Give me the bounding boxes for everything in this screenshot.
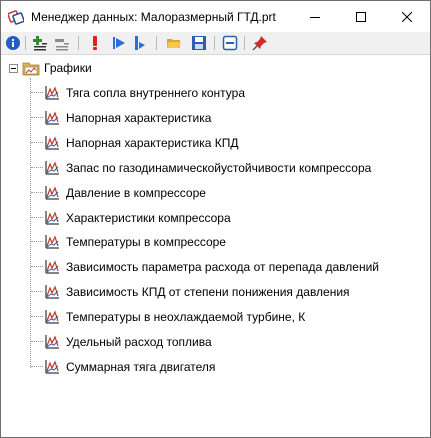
- maximize-button[interactable]: [338, 1, 384, 32]
- step-icon[interactable]: [132, 35, 148, 51]
- graph-icon: [45, 310, 59, 324]
- tree-item-label: Температуры в компрессоре: [66, 235, 226, 250]
- tree-item-label: Удельный расход топлива: [66, 335, 212, 349]
- graph-icon: [45, 285, 59, 299]
- tree-item[interactable]: Зависимость параметра расхода от перепад…: [31, 257, 421, 277]
- graph-icon: [45, 235, 59, 249]
- tree-item[interactable]: Температуры в компрессоре: [31, 232, 421, 252]
- graph-icon: [45, 86, 59, 100]
- expand-tree-icon[interactable]: [32, 35, 48, 51]
- graph-icon: [45, 185, 59, 200]
- tree-connector: [31, 365, 43, 367]
- tree-item-label: Суммарная тяга двигателя: [66, 359, 216, 374]
- data-manager-window: Менеджер данных: Малоразмерный ГТД.prt Г…: [0, 0, 431, 438]
- tree-item-label: Характеристики компрессора: [66, 210, 231, 225]
- tree-connector: [31, 141, 43, 143]
- toolbar-separator: [156, 36, 157, 50]
- toolbar: [1, 32, 430, 55]
- exclamation-icon[interactable]: [87, 35, 103, 51]
- open-folder-icon[interactable]: [166, 35, 182, 51]
- tree-item[interactable]: Напорная характеристика: [31, 108, 421, 128]
- tree-item-label: Зависимость КПД от степени понижения дав…: [66, 285, 350, 300]
- tree-connector: [31, 216, 43, 218]
- tree-item[interactable]: Давление в компрессоре: [31, 183, 421, 203]
- pin-icon[interactable]: [252, 35, 268, 51]
- folder-icon: [22, 62, 40, 76]
- tree-item-label: Зависимость параметра расхода от перепад…: [66, 260, 379, 275]
- tree-item-label: Тяга сопла внутреннего контура: [66, 86, 246, 100]
- maximize-icon: [356, 11, 366, 22]
- toolbar-separator: [78, 36, 79, 50]
- tree-item[interactable]: Зависимость КПД от степени понижения дав…: [31, 282, 421, 302]
- run-forward-icon[interactable]: [111, 35, 127, 51]
- close-icon: [402, 11, 412, 22]
- toolbar-separator: [214, 36, 215, 50]
- minimize-icon: [310, 16, 320, 18]
- window-title: Менеджер данных: Малоразмерный ГТД.prt: [31, 10, 276, 24]
- tree-item[interactable]: Суммарная тяга двигателя: [31, 357, 421, 377]
- tree-item-label: Напорная характеристика КПД: [66, 135, 239, 150]
- graph-icon: [45, 359, 59, 374]
- tree-item[interactable]: Температуры в неохлаждаемой турбине, К: [31, 307, 421, 327]
- data-manager-icon: [8, 10, 24, 25]
- toolbar-separator: [25, 36, 26, 50]
- collapse-tree-icon[interactable]: [54, 35, 70, 51]
- tree-connector: [31, 266, 43, 268]
- tree-item[interactable]: Запас по газодинамическойустойчивости ко…: [31, 158, 421, 178]
- tree-connector: [31, 241, 43, 243]
- tree-view[interactable]: Графики Тяга сопла внутреннего контура Н…: [1, 55, 430, 437]
- graph-icon: [45, 135, 59, 150]
- toolbar-separator: [244, 36, 245, 50]
- tree-item[interactable]: Удельный расход топлива: [31, 332, 421, 352]
- tree-item-label: Запас по газодинамическойустойчивости ко…: [66, 160, 372, 175]
- tree-item[interactable]: Характеристики компрессора: [31, 208, 421, 228]
- minus-box-icon[interactable]: [222, 35, 238, 51]
- info-icon[interactable]: [5, 35, 21, 51]
- tree-item[interactable]: Тяга сопла внутреннего контура: [31, 83, 421, 103]
- tree-item-label: Температуры в неохлаждаемой турбине, К: [66, 310, 306, 325]
- close-button[interactable]: [384, 1, 430, 32]
- graph-icon: [45, 335, 59, 349]
- tree-connector: [31, 341, 43, 342]
- graph-icon: [45, 110, 59, 125]
- tree-item[interactable]: Напорная характеристика КПД: [31, 133, 421, 153]
- tree-connector: [31, 92, 43, 93]
- tree-connector: [31, 316, 43, 318]
- collapse-toggle[interactable]: [9, 64, 18, 73]
- tree-connector: [31, 166, 43, 168]
- graph-icon: [45, 260, 59, 274]
- graph-icon: [45, 160, 59, 175]
- tree-item-label: Напорная характеристика: [66, 110, 212, 125]
- minimize-button[interactable]: [292, 1, 338, 32]
- tree-root-label[interactable]: Графики: [44, 61, 92, 75]
- tree-connector: [31, 291, 43, 293]
- tree-connector: [31, 116, 43, 118]
- tree-connector: [31, 191, 43, 193]
- graph-icon: [45, 210, 59, 225]
- save-icon[interactable]: [191, 35, 207, 51]
- tree-item-label: Давление в компрессоре: [66, 185, 206, 200]
- title-bar[interactable]: Менеджер данных: Малоразмерный ГТД.prt: [1, 1, 430, 32]
